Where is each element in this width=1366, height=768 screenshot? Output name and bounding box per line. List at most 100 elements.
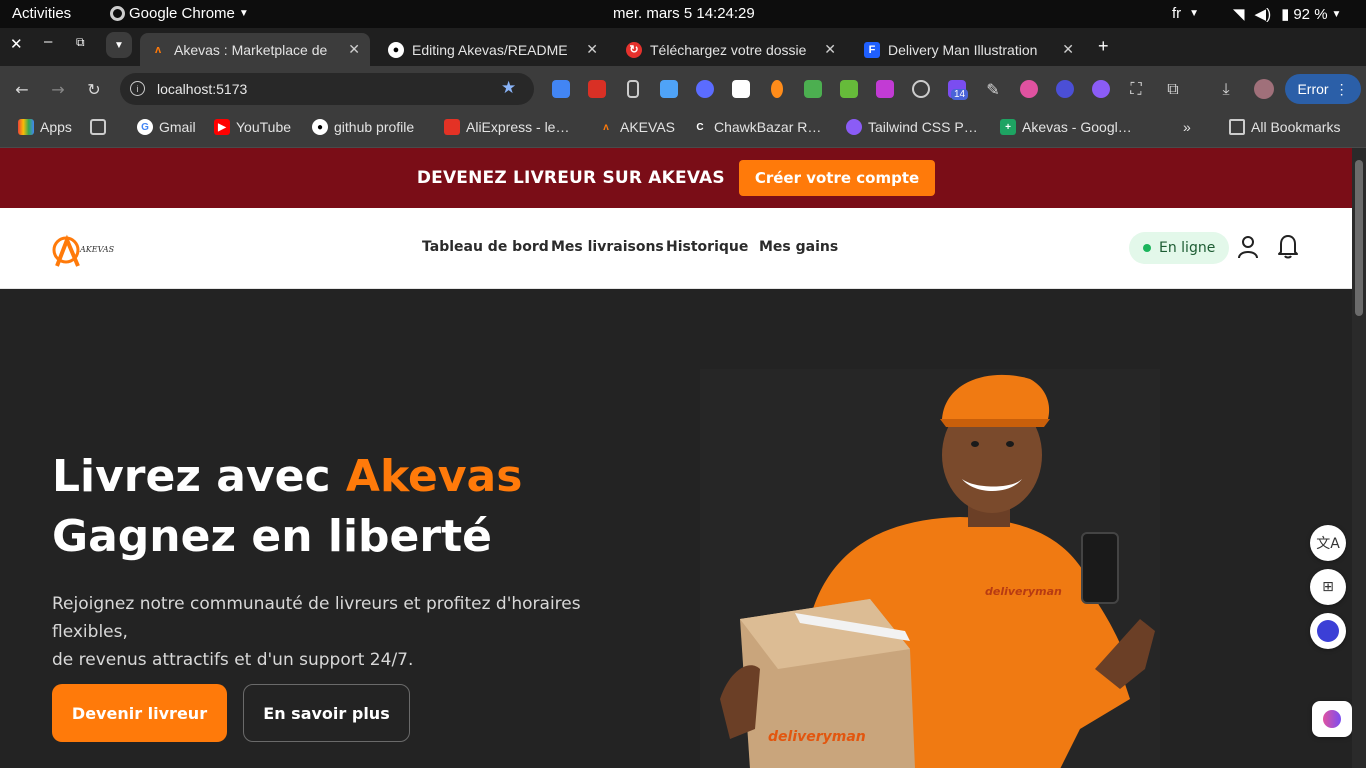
back-icon[interactable]: ← (11, 78, 33, 100)
ilovepdf-favicon: ↻ (626, 41, 642, 58)
bell-icon[interactable] (1277, 234, 1299, 259)
delivery-man-illustration: deliveryman deliveryman (700, 369, 1160, 768)
color-picker-extension-icon[interactable] (876, 80, 894, 98)
close-tab-icon[interactable]: ✕ (586, 41, 598, 58)
bookmark-tailwind[interactable]: Tailwind CSS P… (846, 119, 978, 135)
extension-icon[interactable] (732, 80, 750, 98)
nav-mes-livraisons[interactable]: Mes livraisons (551, 239, 664, 255)
all-bookmarks[interactable]: All Bookmarks (1229, 119, 1340, 135)
nav-historique[interactable]: Historique (666, 239, 748, 255)
bookmark-github[interactable]: ● github profile (312, 119, 414, 135)
hero-title-accent: Akevas (345, 451, 523, 502)
bookmark-grid[interactable] (90, 119, 112, 135)
hero-title-part1: Livrez avec (52, 451, 346, 502)
online-status-badge[interactable]: En ligne (1129, 232, 1230, 264)
become-courier-button[interactable]: Devenir livreur (52, 684, 227, 742)
hero-title: Livrez avec Akevas Gagnez en liberté (52, 447, 522, 567)
tab-search-button[interactable]: ▼ (106, 32, 132, 58)
nav-tableau-de-bord[interactable]: Tableau de bord (422, 239, 549, 255)
bookmark-gmail[interactable]: G Gmail (137, 119, 196, 135)
tab-telechargez[interactable]: ↻ Téléchargez votre dossie ✕ (616, 33, 846, 66)
reload-icon[interactable]: ↻ (83, 78, 105, 100)
extension-icon[interactable] (696, 80, 714, 98)
akevas-icon: ʌ (603, 121, 609, 133)
extension-icon[interactable] (1056, 80, 1074, 98)
app-menu[interactable]: Google Chrome ▼ (110, 5, 249, 22)
chevron-down-icon: ▼ (1189, 8, 1200, 19)
eyedropper-icon[interactable]: ✎ (982, 78, 1004, 100)
tailwind-icon (846, 119, 862, 135)
brain-extension-icon[interactable] (1020, 80, 1038, 98)
logo-text: AKEVAS (80, 245, 115, 254)
clock[interactable]: mer. mars 5 14:24:29 (613, 5, 755, 22)
keyboard-layout[interactable]: fr ▼ (1172, 5, 1199, 22)
scrollbar-thumb[interactable] (1355, 160, 1363, 316)
akevas-logo[interactable]: AKEVAS (52, 230, 116, 270)
bookmark-akevas-google[interactable]: + Akevas - Googl… (1000, 119, 1132, 135)
extensions-puzzle-icon[interactable]: ⧉ (1162, 78, 1184, 100)
translate-widget-icon[interactable]: 文A (1310, 525, 1346, 561)
extension-icon[interactable] (771, 80, 783, 98)
site-navbar: AKEVAS Tableau de bord Mes livraisons Hi… (0, 208, 1352, 289)
bookmark-star-icon[interactable]: ★ (501, 78, 516, 98)
akevas-favicon: ʌ (154, 43, 162, 56)
hero-subtitle-line2: de revenus attractifs et d'un support 24… (52, 650, 414, 670)
forward-icon[interactable]: → (47, 78, 69, 100)
maximize-icon[interactable]: ⧉ (76, 35, 85, 50)
nav-mes-gains[interactable]: Mes gains (759, 239, 838, 255)
bookmark-aliexpress[interactable]: AliExpress - le… (444, 119, 569, 135)
bookmarks-bar: Apps G Gmail ▶ YouTube ● github profile Ali… (0, 112, 1366, 148)
bookmark-chawkbazar[interactable]: C ChawkBazar R… (692, 119, 821, 135)
close-tab-icon[interactable]: ✕ (348, 41, 360, 58)
bookmark-akevas[interactable]: ʌ AKEVAS (598, 119, 675, 135)
create-account-button[interactable]: Créer votre compte (738, 160, 936, 196)
new-tab-icon[interactable]: + (1098, 36, 1109, 57)
activities-button[interactable]: Activities (12, 5, 71, 22)
assistant-widget-icon[interactable] (1310, 613, 1346, 649)
extension-badge: 14 (951, 89, 969, 100)
site-info-icon[interactable]: i (130, 81, 145, 96)
screenshot-icon[interactable]: ⛶ (1125, 78, 1147, 100)
status-label: En ligne (1159, 240, 1216, 256)
google-translate-extension-icon[interactable] (552, 80, 570, 98)
web-page: DEVENEZ LIVREUR SUR AKEVAS Créer votre c… (0, 148, 1352, 768)
download-extension-icon[interactable] (840, 80, 858, 98)
tab-akevas[interactable]: ʌ Akevas : Marketplace de ✕ (140, 33, 370, 66)
mobile-simulator-icon[interactable] (627, 80, 639, 98)
battery-level: 92 % (1293, 5, 1328, 23)
close-window-icon[interactable]: ✕ (10, 35, 23, 53)
compass-extension-icon[interactable] (912, 80, 930, 98)
apps-widget-icon[interactable]: ⊞ (1310, 569, 1346, 605)
learn-more-button[interactable]: En savoir plus (243, 684, 410, 742)
download-extension-icon[interactable] (804, 80, 822, 98)
promo-banner: DEVENEZ LIVREUR SUR AKEVAS Créer votre c… (0, 148, 1352, 208)
browser-toolbar: ← → ↻ i localhost:5173 ★ 14 ✎ ⛶ ⧉ ⤓ Erro… (0, 66, 1366, 112)
more-bookmarks-icon[interactable]: » (1183, 119, 1191, 135)
address-bar[interactable]: i localhost:5173 ★ (120, 73, 534, 105)
status-dot-icon (1143, 244, 1151, 252)
page-scrollbar[interactable] (1352, 148, 1366, 768)
bookmark-apps[interactable]: Apps (18, 119, 72, 135)
error-button[interactable]: Error ⋮ (1285, 74, 1361, 104)
chrome-icon (110, 6, 125, 21)
extension-icon[interactable] (1092, 80, 1110, 98)
google-icon: G (137, 119, 153, 135)
brain-widget-icon[interactable] (1312, 701, 1352, 737)
hero-subtitle-line1: Rejoignez notre communauté de livreurs e… (52, 594, 581, 642)
system-tray[interactable]: ◥ ◀) ▮ 92 % ▼ (1233, 5, 1341, 24)
grid-icon (90, 119, 106, 135)
tab-github-readme[interactable]: ● Editing Akevas/README ✕ (378, 33, 608, 66)
close-tab-icon[interactable]: ✕ (1062, 41, 1074, 58)
profile-avatar[interactable] (1254, 79, 1274, 99)
user-icon[interactable] (1237, 235, 1259, 259)
extension-icon[interactable] (588, 80, 606, 98)
close-tab-icon[interactable]: ✕ (824, 41, 836, 58)
box-logo-text: deliveryman (768, 729, 866, 745)
tab-delivery-man[interactable]: F Delivery Man Illustration ✕ (854, 33, 1084, 66)
folder-icon (1229, 119, 1245, 135)
download-icon[interactable]: ⤓ (1215, 78, 1237, 100)
extension-icon[interactable] (660, 80, 678, 98)
bookmark-youtube[interactable]: ▶ YouTube (214, 119, 291, 135)
minimize-icon[interactable]: – (44, 33, 52, 50)
url-text[interactable]: localhost:5173 (157, 81, 247, 97)
